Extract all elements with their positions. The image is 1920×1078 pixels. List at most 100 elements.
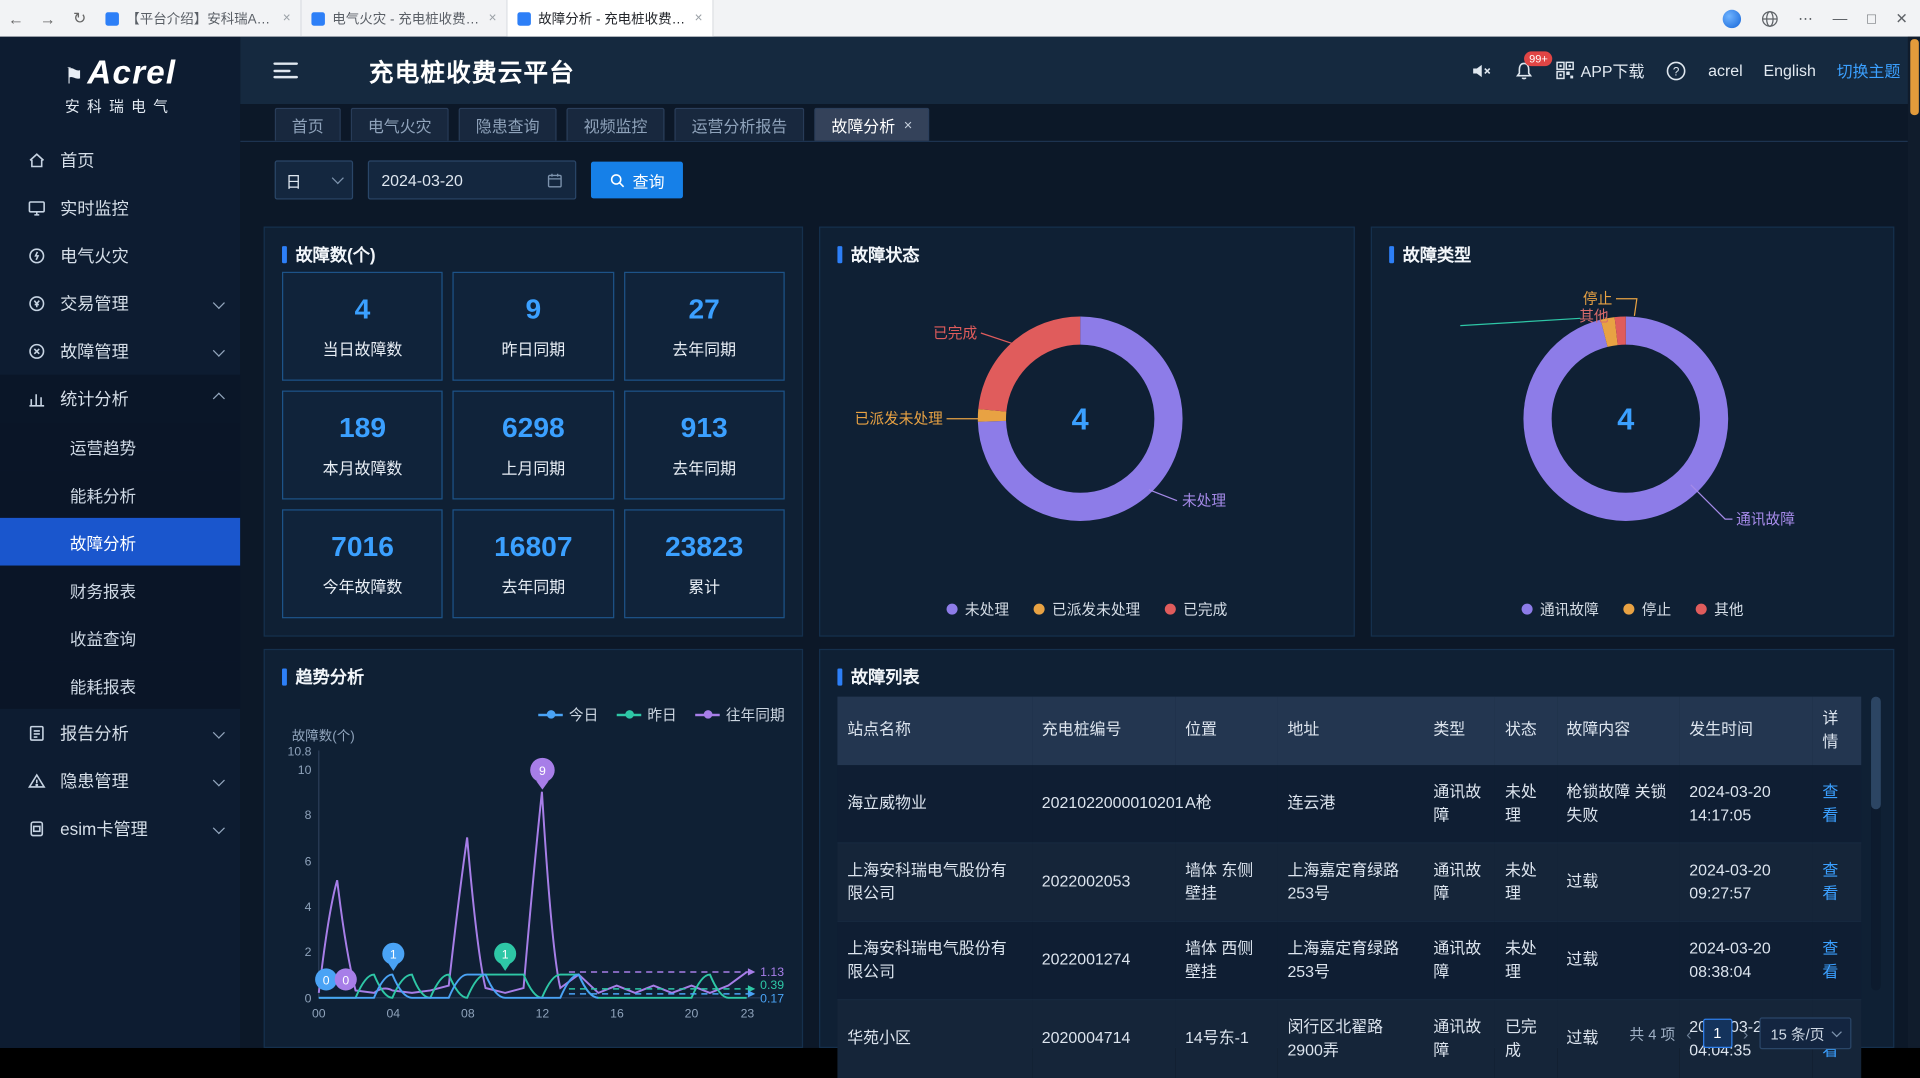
collapse-menu-icon[interactable]: [273, 58, 298, 82]
sidebar-item-hazard-mgmt[interactable]: 隐患管理: [0, 757, 240, 805]
current-page[interactable]: 1: [1703, 1019, 1732, 1048]
callout-stop: 停止: [1583, 291, 1612, 308]
legend-item[interactable]: 停止: [1623, 599, 1671, 620]
sidebar-item-electric-fire[interactable]: 电气火灾: [0, 231, 240, 279]
username[interactable]: acrel: [1708, 61, 1743, 79]
logo-subtitle: 安科瑞电气: [0, 95, 240, 116]
marker-peak: 9: [530, 758, 555, 790]
tab-close-icon[interactable]: ×: [283, 11, 291, 26]
tab-fault-analysis[interactable]: 故障分析 ×: [814, 108, 929, 141]
sidebar-item-fault-mgmt[interactable]: 故障管理: [0, 327, 240, 375]
tab-video-monitor[interactable]: 视频监控: [567, 108, 665, 141]
sidebar-subitem-finance-report[interactable]: 财务报表: [0, 566, 240, 614]
chevron-down-icon: [213, 822, 225, 834]
next-page-button[interactable]: ›: [1743, 1024, 1748, 1042]
theme-switch-link[interactable]: 切换主题: [1837, 59, 1901, 82]
browser-tab-2[interactable]: 电气火灾 - 充电桩收费云平台 ×: [302, 0, 508, 37]
window-close-button[interactable]: ✕: [1895, 10, 1907, 27]
legend-item[interactable]: 未处理: [947, 599, 1010, 620]
stat-value: 189: [339, 411, 386, 444]
tab-hazard-query[interactable]: 隐患查询: [459, 108, 557, 141]
sidebar-item-transactions[interactable]: 交易管理: [0, 279, 240, 327]
sidebar-subitem-fault-analysis[interactable]: 故障分析: [0, 518, 240, 566]
view-detail-link[interactable]: 查看: [1822, 782, 1838, 824]
sidebar: ⚑Acrel 安科瑞电气 首页 实时监控 电气火灾 交易管理: [0, 37, 240, 1048]
legend-item[interactable]: 昨日: [617, 704, 677, 725]
query-button[interactable]: 查询: [591, 162, 683, 199]
app-download-button[interactable]: APP下载: [1556, 59, 1644, 82]
sidebar-subitem-energy-report[interactable]: 能耗报表: [0, 661, 240, 709]
chevron-down-icon: [213, 727, 225, 739]
window-maximize-button[interactable]: □: [1867, 10, 1876, 27]
browser-back-button[interactable]: ←: [0, 9, 32, 27]
prev-page-button[interactable]: ‹: [1686, 1024, 1691, 1042]
legend-item[interactable]: 已完成: [1165, 599, 1228, 620]
stat-label: 本月故障数: [323, 455, 403, 478]
sidebar-item-label: 统计分析: [60, 386, 129, 410]
sidebar-subitem-income-query[interactable]: 收益查询: [0, 613, 240, 661]
scrollbar-thumb[interactable]: [1871, 697, 1881, 810]
notification-bell[interactable]: 99+: [1513, 59, 1535, 81]
fault-status-donut-chart[interactable]: 4 已完成 已派发未处理 未处理: [820, 272, 1356, 578]
main-content: 首页 电气火灾 隐患查询 视频监控 运营分析报告 故障分析 × 日 2024-0…: [240, 104, 1907, 1048]
legend-item[interactable]: 其他: [1696, 599, 1744, 620]
calendar-icon: [547, 172, 563, 188]
view-detail-link[interactable]: 查看: [1822, 939, 1838, 981]
period-value: 日: [286, 168, 302, 191]
browser-tab-1[interactable]: 【平台介绍】安科瑞AcrelCloud-9 ×: [96, 0, 302, 37]
legend-item[interactable]: 通讯故障: [1522, 599, 1599, 620]
stat-value: 4: [355, 293, 371, 326]
scrollbar-thumb[interactable]: [1910, 39, 1919, 115]
page-scrollbar[interactable]: [1908, 37, 1920, 1048]
legend-item[interactable]: 已派发未处理: [1034, 599, 1141, 620]
globe-icon[interactable]: [1760, 9, 1778, 27]
tab-close-icon[interactable]: ×: [489, 11, 497, 26]
sidebar-subitem-energy-analysis[interactable]: 能耗分析: [0, 470, 240, 518]
sidebar-item-report-analysis[interactable]: 报告分析: [0, 709, 240, 757]
svg-text:1: 1: [502, 948, 509, 962]
title-marker: [282, 246, 287, 263]
sidebar-item-label: 交易管理: [60, 291, 129, 315]
table-scrollbar[interactable]: [1871, 697, 1881, 991]
stat-card: 189 本月故障数: [282, 391, 443, 500]
extension-icon[interactable]: [1722, 9, 1740, 27]
fault-type-donut-chart[interactable]: 4 停止 其他 通讯故障: [1372, 272, 1896, 578]
help-icon[interactable]: ?: [1665, 59, 1687, 81]
y-tick: 6: [305, 855, 312, 869]
legend-item[interactable]: 往年同期: [695, 704, 785, 725]
tab-close-icon[interactable]: ×: [695, 11, 703, 26]
sidebar-item-home[interactable]: 首页: [0, 136, 240, 184]
sidebar-item-esim[interactable]: esim卡管理: [0, 804, 240, 852]
browser-refresh-button[interactable]: ↻: [64, 9, 96, 29]
svg-text:?: ?: [1673, 65, 1680, 78]
browser-forward-button[interactable]: →: [32, 9, 64, 27]
tab-close-icon[interactable]: ×: [904, 116, 913, 133]
table-row[interactable]: 上海安科瑞电气股份有限公司 2022002053 墙体 东侧壁挂 上海嘉定育绿路…: [837, 843, 1861, 921]
table-row[interactable]: 上海安科瑞电气股份有限公司 2022001274 墙体 西侧壁挂 上海嘉定育绿路…: [837, 921, 1861, 999]
tab-operation-report[interactable]: 运营分析报告: [674, 108, 804, 141]
cell-site: 华苑小区: [837, 999, 1032, 1077]
window-minimize-button[interactable]: —: [1833, 10, 1848, 27]
sidebar-menu: 首页 实时监控 电气火灾 交易管理 故障管理 统计分析: [0, 136, 240, 852]
legend-item[interactable]: 今日: [538, 704, 598, 725]
sidebar-item-realtime[interactable]: 实时监控: [0, 184, 240, 232]
sidebar-subitem-operation-trend[interactable]: 运营趋势: [0, 422, 240, 470]
tab-electric-fire[interactable]: 电气火灾: [351, 108, 449, 141]
marker-yesterday: 1: [494, 943, 516, 971]
browser-tab-3-active[interactable]: 故障分析 - 充电桩收费云平台 ×: [508, 0, 714, 37]
tab-home[interactable]: 首页: [275, 108, 341, 141]
page-size-select[interactable]: 15 条/页: [1759, 1017, 1851, 1049]
date-input[interactable]: 2024-03-20: [368, 160, 576, 199]
sidebar-item-statistics[interactable]: 统计分析: [0, 375, 240, 423]
language-switch[interactable]: English: [1764, 61, 1816, 79]
trend-line-chart[interactable]: 故障数(个) 10.8 10 8 6 4 2 0 00 04 08 12 16 …: [275, 726, 795, 1047]
cell-type: 通讯故障: [1424, 999, 1496, 1077]
browser-more-button[interactable]: ⋯: [1798, 10, 1813, 27]
table-row[interactable]: 海立威物业 2021022000010201 A枪 连云港 通讯故障 未处理 枪…: [837, 765, 1861, 843]
period-select[interactable]: 日: [275, 160, 353, 199]
legend-label: 昨日: [647, 704, 676, 725]
chevron-down-icon: [332, 172, 344, 184]
mute-icon[interactable]: [1470, 59, 1492, 81]
stat-label: 累计: [688, 574, 720, 597]
view-detail-link[interactable]: 查看: [1822, 860, 1838, 902]
